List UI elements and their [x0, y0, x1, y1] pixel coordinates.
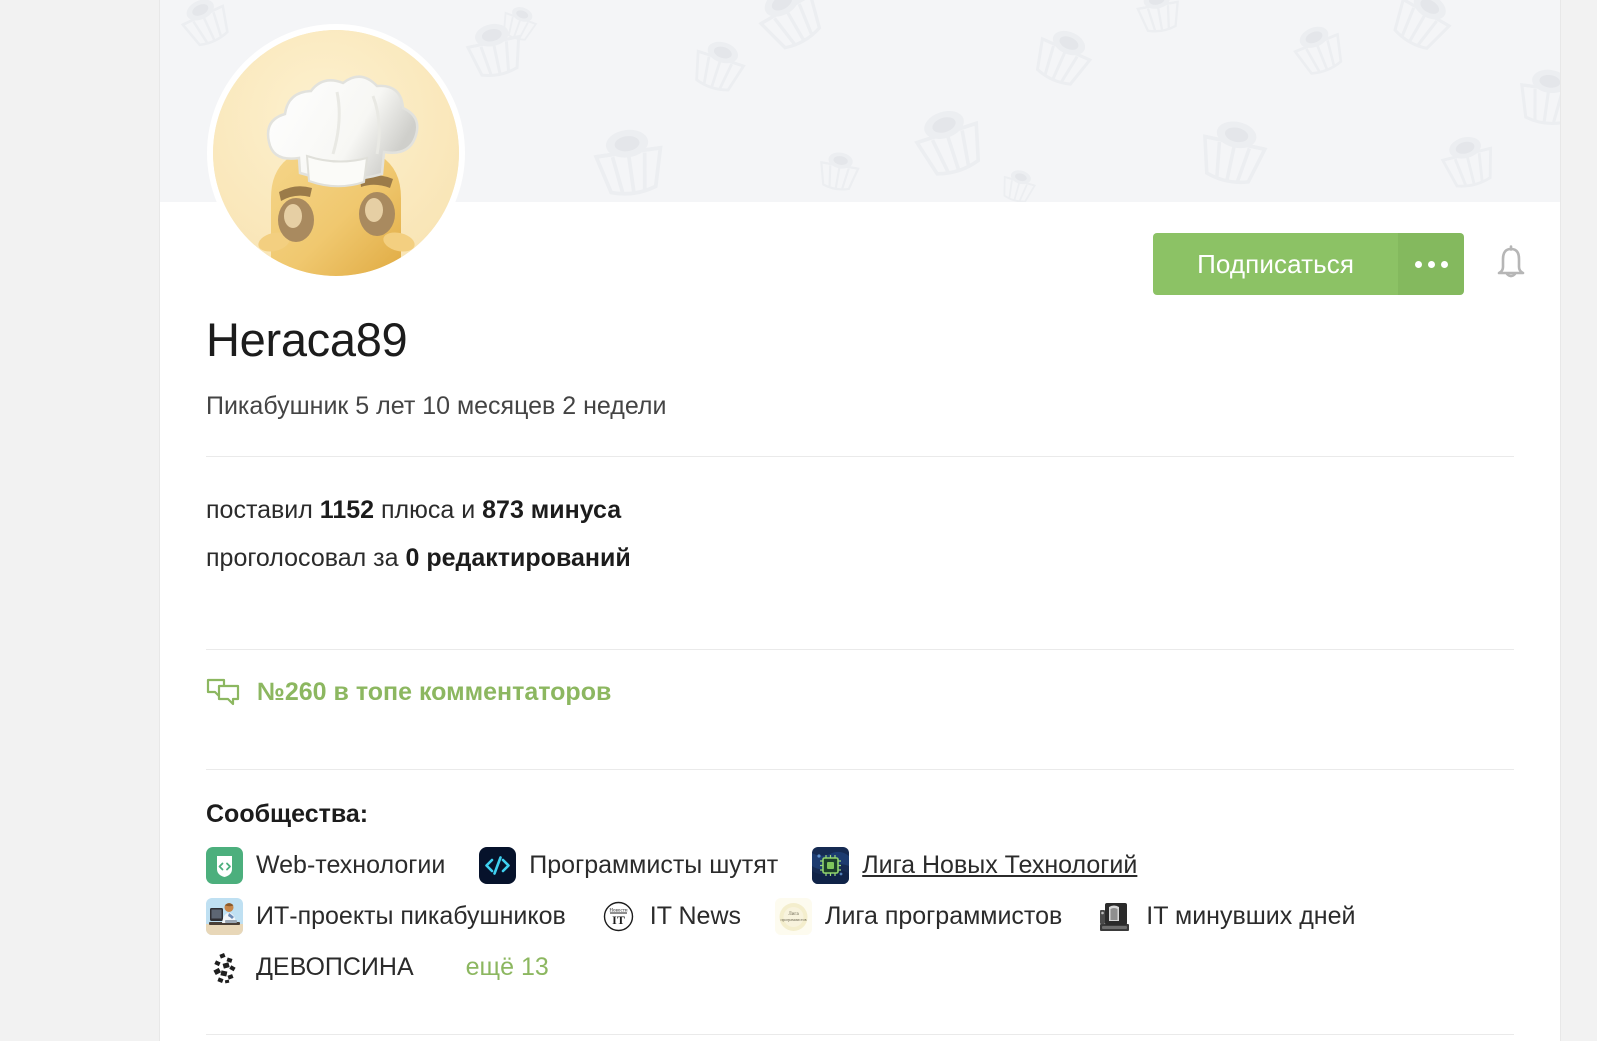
commenter-rank-row[interactable]: №260 в топе комментаторов [206, 650, 1514, 734]
communities-title: Сообщества: [206, 800, 369, 828]
community-label: IT News [649, 902, 742, 930]
community-label: Лига программистов [825, 902, 1063, 930]
plus-count: 1152 [319, 496, 375, 524]
commenter-rank-label: №260 в топе комментаторов [257, 677, 612, 706]
communities-list: Web-технологии Программисты шутят Лига Нов… [206, 847, 1514, 986]
community-row: ИТ-проекты пикабушников IT News Лига прогр… [206, 898, 1514, 935]
chef-hat-character-avatar-icon [213, 30, 459, 276]
stat-line-votes: поставил 1152 плюса и 873 минуса [206, 487, 1514, 535]
more-options-button[interactable] [1398, 233, 1464, 295]
it-news-circle-icon-icon [600, 898, 637, 935]
community-label: ДЕВОПСИНА [256, 953, 414, 981]
profile-card: Подписаться Heraca89 Пикабушник 5 лет 10… [159, 0, 1561, 1041]
avatar-image [213, 30, 459, 276]
community-label: Web-технологии [256, 851, 446, 879]
divider-bottom [206, 1034, 1514, 1035]
person-at-computer-icon-icon [206, 898, 243, 935]
ellipsis-icon [1414, 260, 1448, 268]
subscribe-group: Подписаться [1153, 233, 1464, 295]
community-label: Лига Новых Технологий [862, 851, 1138, 879]
bell-icon [1497, 245, 1525, 278]
minus-count: 873 [482, 496, 524, 524]
stats-block: поставил 1152 плюса и 873 минуса проголо… [206, 457, 1514, 614]
avatar[interactable] [207, 24, 465, 282]
comments-icon [206, 678, 240, 706]
community-label: ИТ-проекты пикабушников [256, 902, 566, 930]
community-item[interactable]: Программисты шутят [479, 847, 778, 884]
community-item[interactable]: Web-технологии [206, 847, 445, 884]
subscribe-button[interactable]: Подписаться [1153, 233, 1398, 295]
community-item[interactable]: Лига программистов [775, 898, 1062, 935]
code-tags-dark-icon-icon [479, 847, 516, 884]
community-item[interactable]: ИТ-проекты пикабушников [206, 898, 566, 935]
community-item[interactable]: IT минувших дней [1096, 898, 1355, 935]
stat-votes-pre: поставил [206, 496, 320, 524]
stat-edits-pre: проголосовал за [206, 543, 406, 572]
profile-actions: Подписаться [1153, 233, 1534, 295]
page-root: Подписаться Heraca89 Пикабушник 5 лет 10… [0, 0, 1597, 1041]
community-item[interactable]: ДЕВОПСИНА [206, 949, 414, 986]
profile-subtitle: Пикабушник 5 лет 10 месяцев 2 недели [206, 392, 667, 420]
community-item[interactable]: Лига Новых Технологий [812, 847, 1137, 884]
vintage-computer-icon-icon [1096, 898, 1133, 935]
communities-section: Сообщества: Web-технологии Программисты ш… [206, 770, 1514, 986]
stat-votes-post: минуса [523, 496, 622, 524]
stat-line-edits: проголосовал за 0 редактирований [206, 535, 1514, 583]
profile-content: Heraca89 Пикабушник 5 лет 10 месяцев 2 н… [160, 202, 1560, 1035]
community-label: IT минувших дней [1146, 902, 1356, 930]
stat-votes-mid: плюса и [374, 496, 483, 524]
web-shield-code-icon-icon [206, 847, 243, 884]
programmers-league-icon-icon [775, 898, 812, 935]
community-row: ДЕВОПСИНА ещё 13 [206, 949, 1514, 986]
scattered-blocks-icon-icon [206, 949, 243, 986]
microchip-circuit-icon-icon [812, 847, 849, 884]
stat-edits-post: редактирований [419, 543, 631, 572]
show-more-communities-link[interactable]: ещё 13 [466, 953, 549, 982]
community-item[interactable]: IT News [600, 898, 741, 935]
edits-count: 0 [405, 543, 420, 572]
community-label: Программисты шутят [529, 851, 779, 879]
notifications-button[interactable] [1488, 241, 1534, 287]
community-row: Web-технологии Программисты шутят Лига Нов… [206, 847, 1514, 884]
